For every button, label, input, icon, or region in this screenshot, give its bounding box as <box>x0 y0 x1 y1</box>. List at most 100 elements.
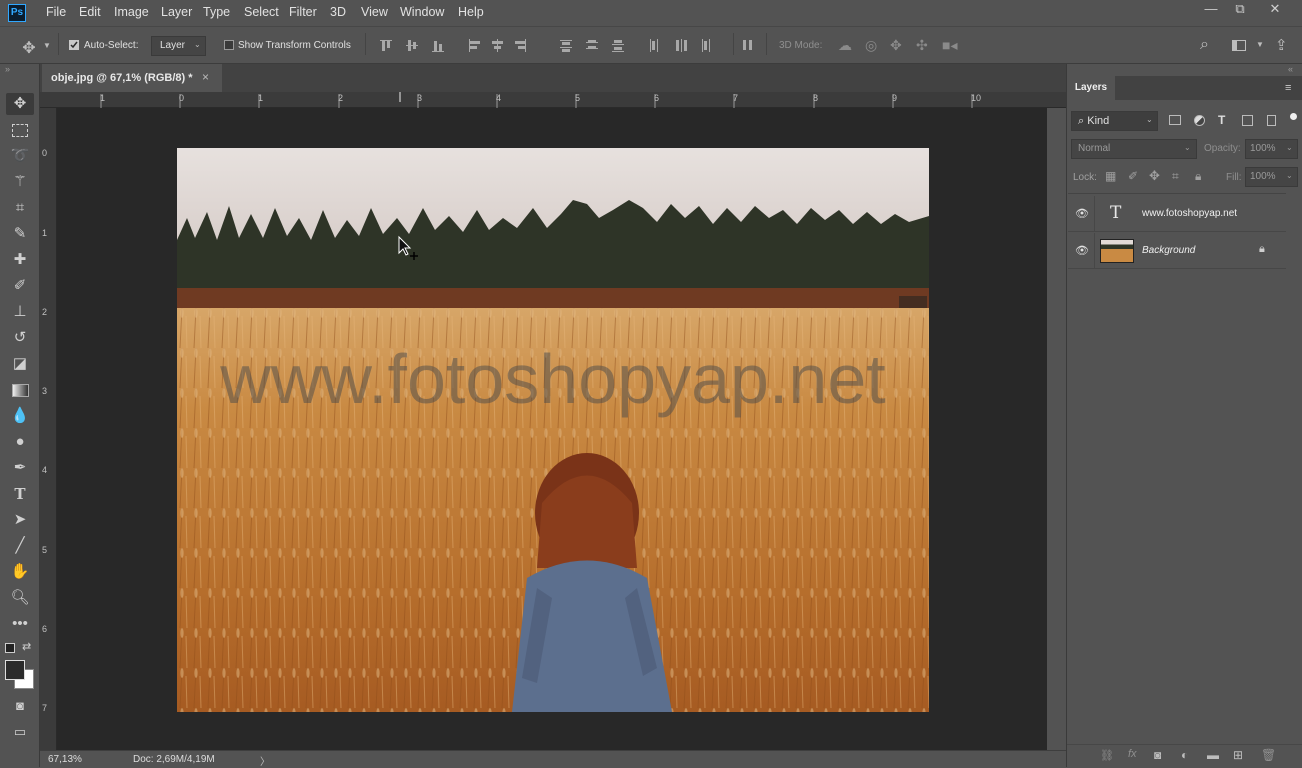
adjustment-layer-icon[interactable]: ◐ <box>1181 748 1188 762</box>
layer-filter-dropdown[interactable]: ⌕ Kind ⌄ <box>1071 111 1158 131</box>
swap-colors-icon[interactable]: ⇄ <box>22 640 31 653</box>
fill-input[interactable]: 100% ⌄ <box>1245 167 1298 187</box>
magic-wand-tool-icon[interactable]: ⚚ <box>6 171 34 193</box>
menu-type[interactable]: Type <box>203 5 230 19</box>
3d-camera-icon[interactable]: ■◂ <box>942 37 957 54</box>
zoom-tool-icon[interactable]: 🔍︎ <box>6 587 34 609</box>
layer-row-background[interactable]: 👁︎ Background 🔒︎ <box>1068 233 1286 269</box>
menu-image[interactable]: Image <box>114 5 149 19</box>
lock-pixels-icon[interactable]: ✐ <box>1128 169 1138 183</box>
pen-tool-icon[interactable]: ✒ <box>6 457 34 479</box>
filter-smart-object-icon[interactable] <box>1267 115 1276 126</box>
filter-shape-icon[interactable] <box>1242 115 1253 126</box>
add-mask-icon[interactable]: ◙ <box>1154 748 1161 762</box>
filter-toggle-icon[interactable] <box>1290 113 1297 120</box>
path-selection-tool-icon[interactable]: ➤ <box>6 509 34 531</box>
lock-icon[interactable]: 🔒︎ <box>1259 243 1265 256</box>
layer-name[interactable]: www.fotoshopyap.net <box>1142 208 1237 219</box>
menu-window[interactable]: Window <box>400 5 444 19</box>
brush-tool-icon[interactable]: ✐ <box>6 275 34 297</box>
menu-file[interactable]: File <box>46 5 66 19</box>
align-controls <box>378 38 738 54</box>
new-layer-icon[interactable]: ⊞ <box>1233 748 1243 762</box>
crop-tool-icon[interactable]: ⌗ <box>6 197 34 219</box>
eye-visibility-icon[interactable]: 👁︎ <box>1075 244 1089 257</box>
healing-brush-tool-icon[interactable]: ✚ <box>6 249 34 271</box>
document-tab-title: obje.jpg @ 67,1% (RGB/8) * <box>51 72 193 84</box>
foreground-color-swatch[interactable] <box>5 660 25 680</box>
move-tool-preset-icon[interactable]: ✥ <box>18 38 40 58</box>
chevron-down-icon[interactable]: ▼ <box>1256 40 1264 49</box>
3d-pan-icon[interactable]: ✥ <box>890 37 902 54</box>
collapse-panel-icon[interactable]: » <box>5 64 10 74</box>
lock-transparency-icon[interactable]: ▦ <box>1105 169 1116 183</box>
restore-button[interactable]: ⧉ <box>1225 1 1255 19</box>
tab-layers[interactable]: Layers <box>1067 76 1115 100</box>
auto-select-checkbox[interactable] <box>69 40 79 50</box>
menu-layer[interactable]: Layer <box>161 5 192 19</box>
more-tools-icon[interactable]: ••• <box>6 613 34 635</box>
menu-3d[interactable]: 3D <box>330 5 346 19</box>
share-icon[interactable]: ⇪ <box>1275 36 1288 54</box>
close-tab-icon[interactable]: × <box>202 70 209 84</box>
line-tool-icon[interactable]: ╱ <box>6 535 34 557</box>
collapse-panel-icon[interactable]: « <box>1288 64 1293 74</box>
opacity-label: Opacity: <box>1204 143 1241 154</box>
status-menu-arrow[interactable]: 〉 <box>260 753 270 768</box>
document-tab[interactable]: obje.jpg @ 67,1% (RGB/8) * × <box>42 64 222 92</box>
auto-select-dropdown[interactable]: Layer ⌄ <box>151 36 206 56</box>
gradient-tool-icon[interactable] <box>6 379 34 401</box>
menu-view[interactable]: View <box>361 5 388 19</box>
panel-menu-icon[interactable]: ≡ <box>1285 82 1291 94</box>
new-group-icon[interactable]: ▬ <box>1207 748 1219 762</box>
menu-filter[interactable]: Filter <box>289 5 317 19</box>
type-tool-icon[interactable]: T <box>6 483 34 505</box>
menu-edit[interactable]: Edit <box>79 5 101 19</box>
search-icon[interactable]: ⌕ <box>1200 36 1209 54</box>
default-colors-icon[interactable] <box>5 643 15 653</box>
status-bar: 67,13% Doc: 2,69M/4,19M 〉 <box>40 750 1066 768</box>
lasso-tool-icon[interactable]: ➰ <box>6 145 34 167</box>
transform-controls-checkbox[interactable] <box>224 40 234 50</box>
lock-all-icon[interactable]: 🔒︎ <box>1195 169 1201 184</box>
blur-tool-icon[interactable]: 💧 <box>6 405 34 427</box>
filter-type-icon[interactable]: T <box>1218 113 1225 127</box>
layer-style-icon[interactable]: fx <box>1128 748 1137 760</box>
move-tool-icon[interactable]: ✥ <box>6 93 34 115</box>
3d-orbit-icon[interactable]: ☁ <box>838 37 852 54</box>
eraser-tool-icon[interactable]: ◪ <box>6 353 34 375</box>
filter-pixel-icon[interactable] <box>1169 115 1181 125</box>
document-canvas[interactable]: www.fotoshopyap.net <box>177 148 929 712</box>
3d-slide-icon[interactable]: ✣ <box>916 37 928 54</box>
menu-select[interactable]: Select <box>244 5 279 19</box>
hand-tool-icon[interactable]: ✋ <box>6 561 34 583</box>
eyedropper-tool-icon[interactable]: ✎ <box>6 223 34 245</box>
close-window-button[interactable]: ✕ <box>1260 1 1290 19</box>
layer-row-text[interactable]: 👁︎ T www.fotoshopyap.net <box>1068 196 1286 232</box>
lock-artboard-icon[interactable]: ⌗ <box>1172 169 1179 184</box>
eye-visibility-icon[interactable]: 👁︎ <box>1075 207 1089 220</box>
dodge-tool-icon[interactable]: ● <box>6 431 34 453</box>
workspace-icon[interactable] <box>1232 40 1246 51</box>
quick-mask-icon[interactable]: ◙ <box>6 695 34 717</box>
lock-position-icon[interactable]: ✥ <box>1149 168 1160 184</box>
ruler-h-label: 3 <box>417 93 423 103</box>
photoshop-logo-icon[interactable]: Ps <box>8 4 26 22</box>
screen-mode-icon[interactable]: ▭ <box>6 721 34 743</box>
layer-name[interactable]: Background <box>1142 245 1195 256</box>
distribute-icon[interactable] <box>742 38 754 52</box>
clone-stamp-tool-icon[interactable]: ⊥ <box>6 301 34 323</box>
chevron-down-icon[interactable]: ▼ <box>43 41 51 50</box>
minimize-button[interactable]: — <box>1196 1 1226 19</box>
opacity-input[interactable]: 100% ⌄ <box>1245 139 1298 159</box>
vertical-scrollbar[interactable] <box>1047 108 1066 750</box>
delete-layer-icon[interactable]: 🗑︎ <box>1261 748 1276 762</box>
zoom-level[interactable]: 67,13% <box>48 754 82 765</box>
filter-adjustment-icon[interactable] <box>1194 115 1205 126</box>
history-brush-tool-icon[interactable]: ↺ <box>6 327 34 349</box>
menu-help[interactable]: Help <box>458 5 484 19</box>
blend-mode-dropdown[interactable]: Normal ⌄ <box>1071 139 1197 159</box>
3d-roll-icon[interactable]: ◎ <box>865 37 877 54</box>
link-layers-icon[interactable]: ⛓ <box>1100 749 1114 762</box>
marquee-tool-icon[interactable] <box>6 119 34 141</box>
